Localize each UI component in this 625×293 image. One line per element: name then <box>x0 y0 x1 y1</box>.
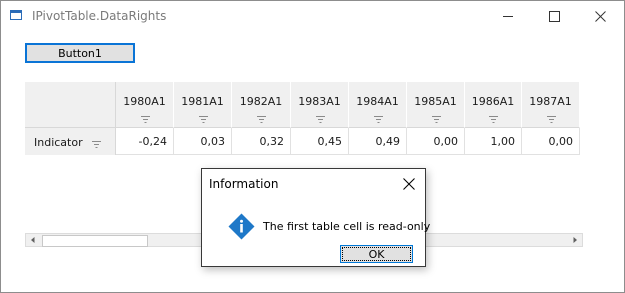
column-header-label: 1981A1 <box>181 95 224 108</box>
column-header[interactable]: 1987A1 <box>522 82 580 128</box>
filter-icon[interactable] <box>373 113 383 123</box>
close-icon <box>595 11 606 22</box>
column-header[interactable]: 1983A1 <box>291 82 349 128</box>
filter-icon[interactable] <box>140 113 150 123</box>
info-icon <box>228 213 255 240</box>
filter-icon[interactable] <box>257 113 266 123</box>
column-header-label: 1984A1 <box>356 95 399 108</box>
dialog-close-button[interactable] <box>398 173 420 195</box>
app-window-icon <box>10 10 22 20</box>
filter-icon[interactable] <box>431 113 441 123</box>
column-header-label: 1983A1 <box>298 95 341 108</box>
table-cell[interactable]: 0,49 <box>349 128 407 155</box>
column-header-label: 1980A1 <box>123 95 166 108</box>
filter-icon[interactable] <box>546 113 556 123</box>
pivot-table[interactable]: 1980A1 1981A1 1982A1 1983A1 1984A1 1985A1 1986… <box>25 82 583 156</box>
button1[interactable]: Button1 <box>25 43 135 63</box>
table-cell[interactable]: -0,24 <box>116 128 174 155</box>
row-header-label: Indicator <box>34 136 83 149</box>
dialog-message: The first table cell is read-only <box>263 220 431 233</box>
maximize-button[interactable] <box>532 1 578 31</box>
column-header-label: 1986A1 <box>471 95 515 108</box>
scroll-left-arrow-icon <box>31 237 35 243</box>
column-header-label: 1987A1 <box>529 95 572 108</box>
scroll-right-button[interactable] <box>568 234 582 246</box>
table-cell[interactable]: 1,00 <box>465 128 522 155</box>
minimize-button[interactable] <box>486 1 532 31</box>
filter-icon[interactable] <box>198 113 208 123</box>
filter-icon[interactable] <box>92 138 101 148</box>
filter-icon[interactable] <box>315 113 325 123</box>
column-header[interactable]: 1980A1 <box>116 82 174 128</box>
scroll-right-arrow-icon <box>573 237 577 243</box>
information-dialog: Information The first table cell is read… <box>201 168 430 267</box>
column-header-label: 1985A1 <box>414 95 457 108</box>
column-header[interactable]: 1986A1 <box>465 82 522 128</box>
close-icon <box>403 178 415 190</box>
column-header[interactable]: 1982A1 <box>232 82 291 128</box>
maximize-icon <box>549 11 560 22</box>
title-bar[interactable]: IPivotTable.DataRights <box>1 1 624 31</box>
table-cell[interactable]: 0,00 <box>407 128 465 155</box>
table-cell[interactable]: 0,32 <box>232 128 291 155</box>
minimize-icon <box>503 16 513 17</box>
table-cell[interactable]: 0,00 <box>522 128 580 155</box>
scroll-left-button[interactable] <box>26 234 40 246</box>
table-cell[interactable]: 0,45 <box>291 128 349 155</box>
dialog-title: Information <box>209 177 279 191</box>
column-header-label: 1982A1 <box>239 95 283 108</box>
ok-button[interactable]: OK <box>340 245 413 263</box>
column-header[interactable]: 1981A1 <box>174 82 232 128</box>
close-button[interactable] <box>578 1 624 31</box>
column-header[interactable]: 1984A1 <box>349 82 407 128</box>
window-title: IPivotTable.DataRights <box>32 9 167 23</box>
scroll-thumb[interactable] <box>42 235 148 247</box>
row-header[interactable]: Indicator <box>25 128 116 155</box>
table-cell[interactable]: 0,03 <box>174 128 232 155</box>
column-header[interactable]: 1985A1 <box>407 82 465 128</box>
filter-icon[interactable] <box>489 113 498 123</box>
grid-corner <box>25 82 116 128</box>
